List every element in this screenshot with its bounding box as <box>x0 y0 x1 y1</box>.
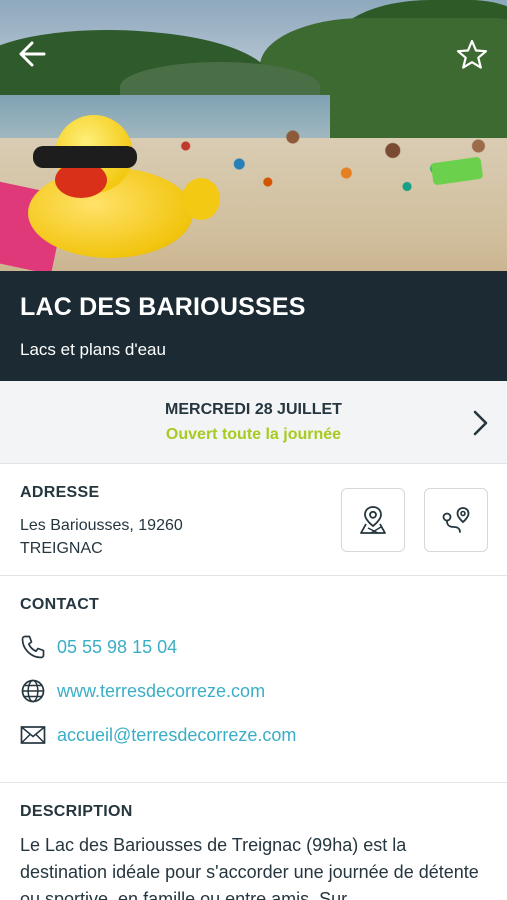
back-button[interactable] <box>12 34 52 74</box>
place-header: LAC DES BARIOUSSES Lacs et plans d'eau <box>0 271 507 381</box>
opening-status: Ouvert toute la journée <box>165 426 342 443</box>
place-name: LAC DES BARIOUSSES <box>20 293 306 321</box>
website-url: www.terresdecorreze.com <box>57 680 266 701</box>
hero-photo <box>0 0 507 271</box>
address-line-1: Les Bariousses, 19260 <box>20 517 183 534</box>
photo-duck-wing <box>182 178 220 220</box>
phone-number: 05 55 98 15 04 <box>57 636 178 657</box>
contact-section: CONTACT 05 55 98 15 04 www.terresdecorre… <box>0 577 507 783</box>
address-title: ADRESSE <box>20 484 100 501</box>
star-outline-icon <box>456 39 488 69</box>
address-section: ADRESSE Les Bariousses, 19260 TREIGNAC <box>0 464 507 576</box>
opening-hours-bar[interactable]: MERCREDI 28 JUILLET Ouvert toute la jour… <box>0 381 507 464</box>
address-line-2: TREIGNAC <box>20 540 103 557</box>
opening-day: MERCREDI 28 JUILLET <box>165 401 342 418</box>
show-map-button[interactable] <box>341 488 405 552</box>
photo-duck-glasses <box>33 146 137 168</box>
chevron-right-icon <box>473 410 488 436</box>
website-link[interactable]: www.terresdecorreze.com <box>20 677 265 705</box>
phone-link[interactable]: 05 55 98 15 04 <box>20 633 177 661</box>
map-pin-icon <box>360 506 386 534</box>
globe-icon <box>20 678 46 704</box>
email-address: accueil@terresdecorreze.com <box>57 724 297 745</box>
favorite-button[interactable] <box>452 34 492 74</box>
email-link[interactable]: accueil@terresdecorreze.com <box>20 721 296 749</box>
arrow-left-icon <box>19 41 46 67</box>
route-icon <box>442 507 470 533</box>
address-text: Les Bariousses, 19260 TREIGNAC <box>20 514 183 560</box>
description-section: DESCRIPTION Le Lac des Bariousses de Tre… <box>0 784 507 900</box>
contact-title: CONTACT <box>20 596 100 613</box>
description-title: DESCRIPTION <box>20 803 133 820</box>
phone-icon <box>20 634 46 660</box>
envelope-icon <box>20 722 46 748</box>
description-text: Le Lac des Bariousses de Treignac (99ha)… <box>20 835 479 900</box>
place-category: Lacs et plans d'eau <box>20 340 166 359</box>
directions-button[interactable] <box>424 488 488 552</box>
